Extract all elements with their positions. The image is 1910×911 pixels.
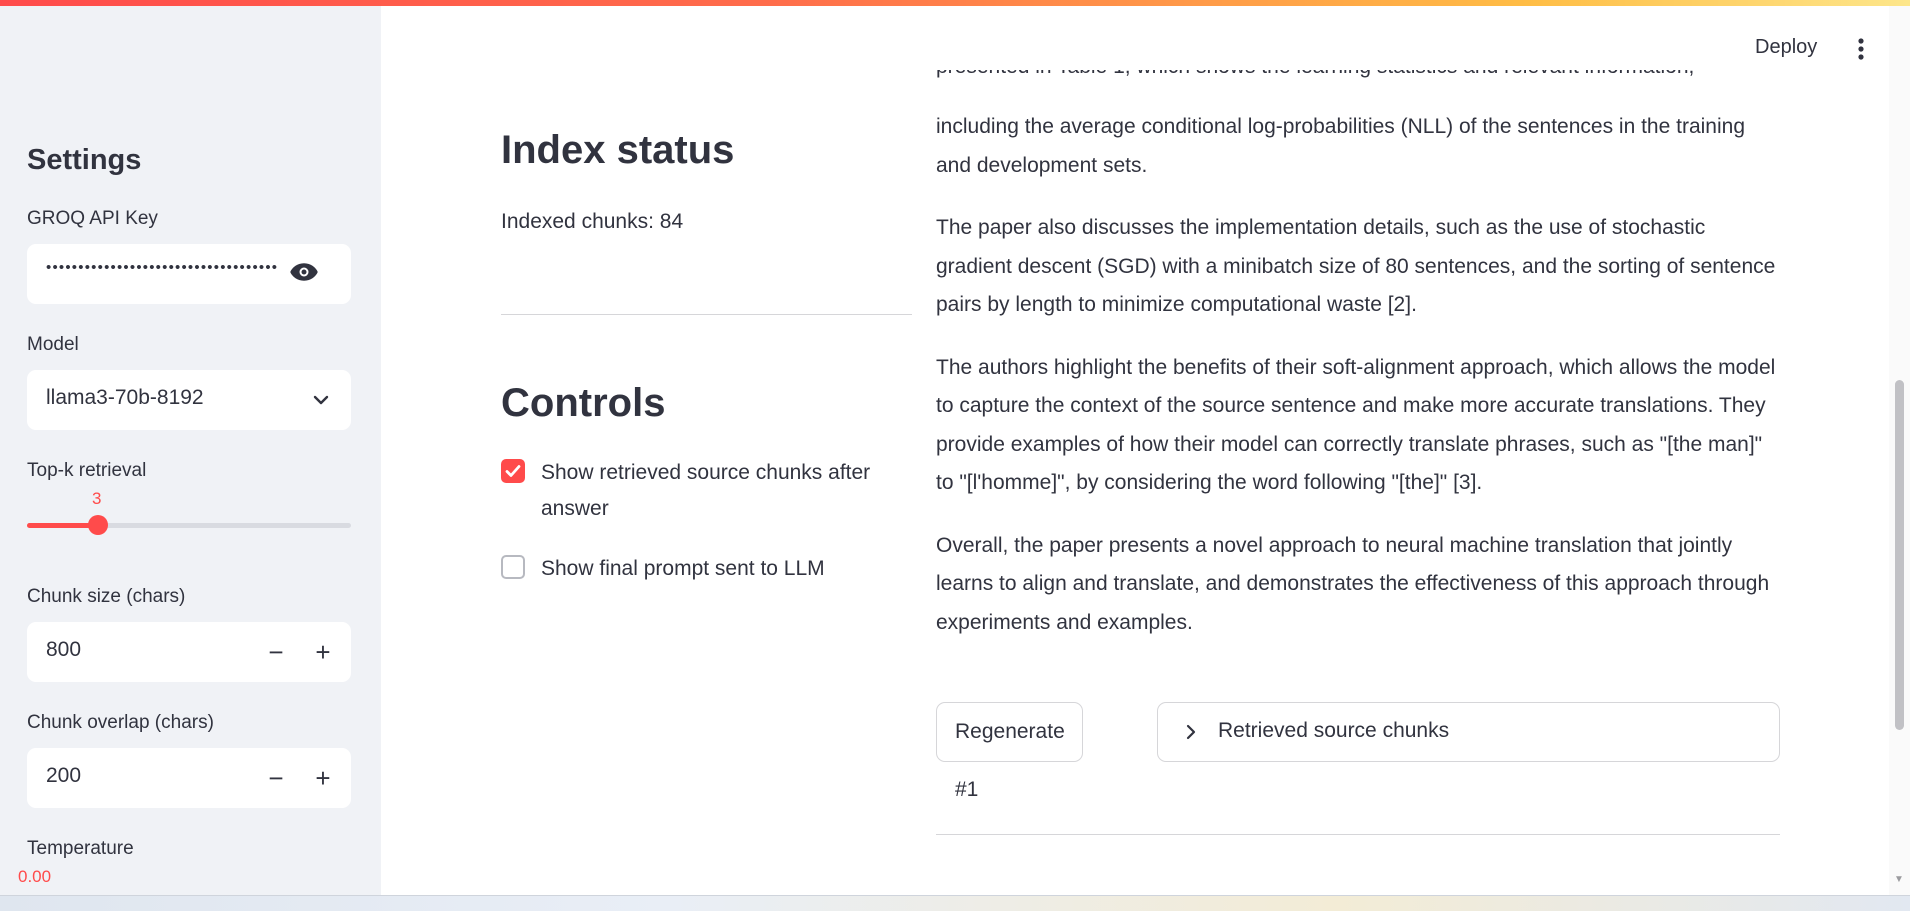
index-status-heading: Index status <box>501 128 735 172</box>
scrollbar-thumb[interactable] <box>1895 380 1904 730</box>
scroll-down-arrow-icon[interactable]: ▼ <box>1894 874 1904 885</box>
show-chunks-checkbox[interactable] <box>501 459 525 483</box>
controls-heading: Controls <box>501 381 666 425</box>
show-prompt-label: Show final prompt sent to LLM <box>541 557 825 580</box>
expander-label: Retrieved source chunks <box>1218 719 1450 742</box>
chunk-size-label: Chunk size (chars) <box>27 586 186 607</box>
chunk-overlap-label: Chunk overlap (chars) <box>27 712 214 733</box>
temperature-label: Temperature <box>27 838 134 859</box>
answer-paragraph-2: The paper also discusses the implementat… <box>936 216 1776 316</box>
model-label: Model <box>27 334 79 355</box>
answer-divider <box>936 834 1780 835</box>
top-k-label: Top-k retrieval <box>27 460 147 481</box>
model-select-value: llama3-70b-8192 <box>46 386 204 409</box>
chunk-size-increment-button[interactable]: + <box>303 632 343 672</box>
top-decoration-bar <box>0 0 1910 6</box>
top-k-value: 3 <box>92 489 102 508</box>
chevron-right-icon <box>1186 724 1196 740</box>
chevron-down-icon <box>313 395 329 405</box>
show-chunks-label: Show retrieved source chunks after answe… <box>541 461 871 520</box>
indexed-chunks-text: Indexed chunks: 84 <box>501 210 684 233</box>
top-k-slider[interactable] <box>27 515 351 535</box>
answer-clipped-line: presented in Table 1, which shows the le… <box>936 70 1776 108</box>
show-prompt-checkbox-row[interactable]: Show final prompt sent to LLM <box>501 551 901 587</box>
chunk-size-value: 800 <box>46 638 82 661</box>
more-vertical-icon[interactable] <box>1851 36 1871 62</box>
answer-paragraph-1: including the average conditional log-pr… <box>936 115 1746 177</box>
api-key-field[interactable]: •••••••••••••••••••••••••••••••••••• <box>27 244 351 304</box>
sidebar-title: Settings <box>27 144 142 176</box>
api-key-value: •••••••••••••••••••••••••••••••••••• <box>46 259 279 276</box>
temperature-value: 0.00 <box>18 867 52 886</box>
chunk-size-input[interactable]: 800 − + <box>27 622 351 682</box>
check-icon <box>505 465 521 477</box>
os-taskbar-strip <box>0 895 1910 911</box>
answer-paragraph-3: The authors highlight the benefits of th… <box>936 355 1776 495</box>
retrieved-chunks-expander[interactable]: Retrieved source chunks <box>1157 702 1780 762</box>
regenerate-button[interactable]: Regenerate #1 <box>936 702 1083 801</box>
api-key-label: GROQ API Key <box>27 208 158 229</box>
section-divider <box>501 314 912 315</box>
top-k-slider-thumb[interactable] <box>88 515 108 535</box>
deploy-button[interactable]: Deploy <box>1755 36 1817 59</box>
show-prompt-checkbox[interactable] <box>501 555 525 579</box>
chunk-overlap-increment-button[interactable]: + <box>303 758 343 798</box>
chunk-overlap-input[interactable]: 200 − + <box>27 748 351 808</box>
answer-paragraph-4: Overall, the paper presents a novel appr… <box>936 533 1770 634</box>
chunk-size-decrement-button[interactable]: − <box>256 632 296 672</box>
vertical-scrollbar[interactable]: ▼ <box>1889 0 1910 895</box>
chunk-overlap-decrement-button[interactable]: − <box>256 758 296 798</box>
main-content: Deploy Index status Indexed chunks: 84 C… <box>381 0 1910 895</box>
answer-text: presented in Table 1, which shows the le… <box>936 70 1776 666</box>
sidebar: Settings GROQ API Key ••••••••••••••••••… <box>0 0 381 895</box>
show-chunks-checkbox-row[interactable]: Show retrieved source chunks after answe… <box>501 455 901 527</box>
eye-icon[interactable] <box>289 261 319 283</box>
model-select[interactable]: llama3-70b-8192 <box>27 370 351 430</box>
chunk-overlap-value: 200 <box>46 764 82 787</box>
answer-clipped-text: presented in Table 1, which shows the le… <box>936 70 1776 87</box>
